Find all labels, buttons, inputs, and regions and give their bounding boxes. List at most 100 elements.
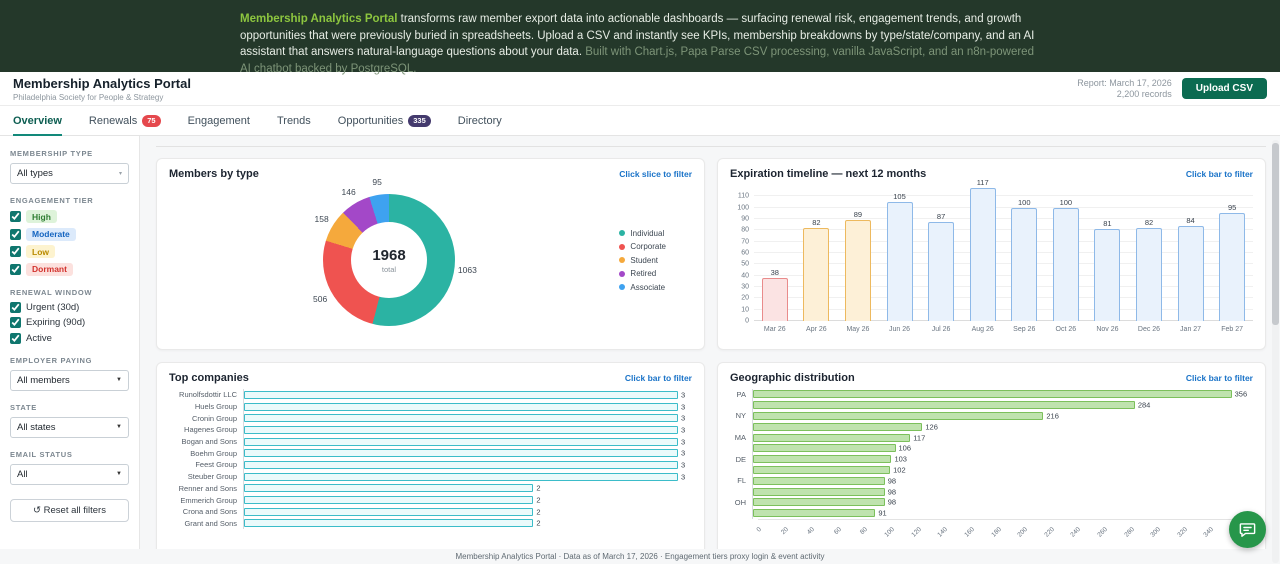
geographic_distribution-bar[interactable] [753, 476, 885, 485]
bar-filter-hint[interactable]: Click bar to filter [625, 373, 692, 383]
tab-opportunities[interactable]: Opportunities 335 [338, 106, 431, 135]
geographic_distribution-bar[interactable] [753, 487, 885, 496]
tab-renewals[interactable]: Renewals 75 [89, 106, 161, 135]
email-status-label: EMAIL STATUS [10, 449, 73, 459]
legend-label: Individual [630, 228, 665, 238]
bar-track: 284 [752, 399, 1237, 411]
banner-highlight: Membership Analytics Portal [240, 13, 398, 25]
legend-item-corporate[interactable]: Corporate [619, 242, 666, 251]
top_companies-bar[interactable] [244, 519, 534, 528]
geographic_distribution-bar[interactable] [753, 498, 885, 507]
bar-track: 126 [752, 421, 1237, 433]
expiration-bar-aug-26[interactable]: 117 [969, 178, 996, 321]
category-label: PA [736, 389, 746, 399]
geographic_distribution-bar[interactable] [753, 465, 891, 474]
tier-checkbox[interactable] [10, 246, 21, 257]
bar-value-label: 100 [1059, 197, 1073, 207]
renewal-option[interactable]: Active [10, 332, 129, 344]
top_companies-bar[interactable] [244, 496, 534, 505]
renewal-option[interactable]: Urgent (30d) [10, 301, 129, 313]
tier-checkbox[interactable] [10, 228, 21, 240]
donut-chart[interactable]: 1968 total 1063 506 158 146 95 [313, 177, 477, 335]
category-label: Renner and Sons [178, 483, 237, 493]
chat-button[interactable] [1229, 511, 1266, 548]
expiration-bar-mar-26[interactable]: 38 [761, 268, 788, 321]
slice-filter-hint[interactable]: Click slice to filter [619, 169, 692, 179]
tab-trends[interactable]: Trends [277, 106, 311, 135]
tier-option-low[interactable]: Low [10, 245, 129, 258]
geographic_distribution-bar[interactable] [753, 422, 923, 431]
top_companies-bar[interactable] [244, 472, 678, 481]
geographic_distribution-bar[interactable] [753, 444, 896, 453]
bar-track: 356 [752, 389, 1247, 400]
expiration-bar-sep-26[interactable]: 100 [1011, 198, 1038, 321]
tier-option-high[interactable]: High [10, 210, 129, 223]
membership-type-select[interactable]: All types ▾ [10, 163, 129, 184]
renewal-checkbox[interactable] [10, 301, 21, 313]
expiration-bar-jul-26[interactable]: 87 [928, 212, 955, 321]
scrollbar-thumb[interactable] [1272, 143, 1279, 325]
tier-checkbox[interactable] [10, 211, 21, 222]
employer-paying-value: All members [17, 374, 70, 386]
expiration-bar-apr-26[interactable]: 82 [803, 218, 830, 321]
expiration-bar-dec-26[interactable]: 82 [1135, 218, 1162, 321]
geographic_distribution-bar[interactable] [753, 390, 1232, 399]
tab-engagement[interactable]: Engagement [188, 106, 250, 135]
top_companies-bar[interactable] [244, 425, 678, 434]
bar-value-label: 95 [1227, 203, 1237, 213]
geographic_distribution-bar[interactable] [753, 509, 876, 518]
top_companies-bar[interactable] [244, 484, 534, 493]
renewal-option[interactable]: Expiring (90d) [10, 317, 129, 328]
bar-value-label: 105 [893, 192, 906, 201]
top_companies-bar[interactable] [244, 414, 678, 423]
geographic_distribution-row: MA 117 [730, 432, 1237, 443]
app: Membership Analytics Portal transforms r… [0, 0, 1280, 564]
employer-paying-select[interactable]: All members ▼ [10, 369, 129, 391]
geographic_distribution-bar[interactable] [753, 433, 911, 442]
tier-option-moderate[interactable]: Moderate [10, 227, 129, 241]
legend-item-retired[interactable]: Retired [619, 269, 666, 278]
geographic_distribution-bar[interactable] [753, 411, 1044, 420]
scrollbar[interactable] [1272, 140, 1279, 563]
top_companies-bar[interactable] [244, 460, 678, 469]
legend-item-associate[interactable]: Associate [619, 283, 666, 292]
state-select[interactable]: All states ▼ [10, 416, 129, 438]
upload-csv-button[interactable]: Upload CSV [1181, 78, 1267, 99]
bar-track: 2 [243, 505, 678, 518]
reset-filters-button[interactable]: ↺ Reset all filters [10, 498, 129, 522]
tier-checkbox[interactable] [10, 263, 21, 275]
x-tick-label: 140 [936, 525, 950, 539]
legend-item-individual[interactable]: Individual [619, 229, 666, 238]
geographic_distribution-row: OH 98 [730, 496, 1237, 508]
renewal-checkbox[interactable] [10, 332, 21, 344]
expiration-bar-nov-26[interactable]: 81 [1094, 219, 1121, 321]
tab-directory[interactable]: Directory [458, 106, 502, 135]
tier-option-dormant[interactable]: Dormant [10, 262, 129, 276]
x-tick-label: 180 [989, 525, 1003, 539]
expiration-bar-feb-27[interactable]: 95 [1219, 203, 1246, 321]
expiration-bar-jun-26[interactable]: 105 [886, 192, 913, 321]
x-tick-label: 60 [832, 525, 843, 536]
top_companies-bar[interactable] [244, 507, 534, 516]
expiration-bar-oct-26[interactable]: 100 [1052, 198, 1079, 321]
bar-filter-hint[interactable]: Click bar to filter [1186, 373, 1253, 383]
renewal-checkbox[interactable] [10, 317, 21, 328]
bar-filter-hint[interactable]: Click bar to filter [1186, 169, 1253, 179]
top_companies-row: Boehm Group 3 [169, 447, 685, 460]
geographic_distribution-bar[interactable] [753, 401, 1135, 410]
expiration-bar-jan-27[interactable]: 84 [1177, 216, 1204, 321]
top_companies-bar[interactable] [244, 402, 678, 411]
tab-overview[interactable]: Overview [13, 106, 62, 136]
email-status-select[interactable]: All ▼ [10, 463, 129, 485]
legend-item-student[interactable]: Student [619, 256, 666, 265]
top_companies-bar[interactable] [244, 390, 678, 399]
donut-legend: Individual Corporate Student Retired Associa… [619, 224, 666, 296]
bar-value-label: 284 [1137, 400, 1151, 410]
bar-value-label: 38 [770, 267, 779, 277]
geographic_distribution-bar[interactable] [753, 455, 892, 464]
expiration-bar-may-26[interactable]: 89 [844, 210, 871, 321]
top_companies-bar[interactable] [244, 449, 678, 458]
y-tick-label: 110 [737, 192, 749, 200]
bar-value-label: 3 [681, 460, 686, 470]
top_companies-bar[interactable] [244, 437, 678, 446]
